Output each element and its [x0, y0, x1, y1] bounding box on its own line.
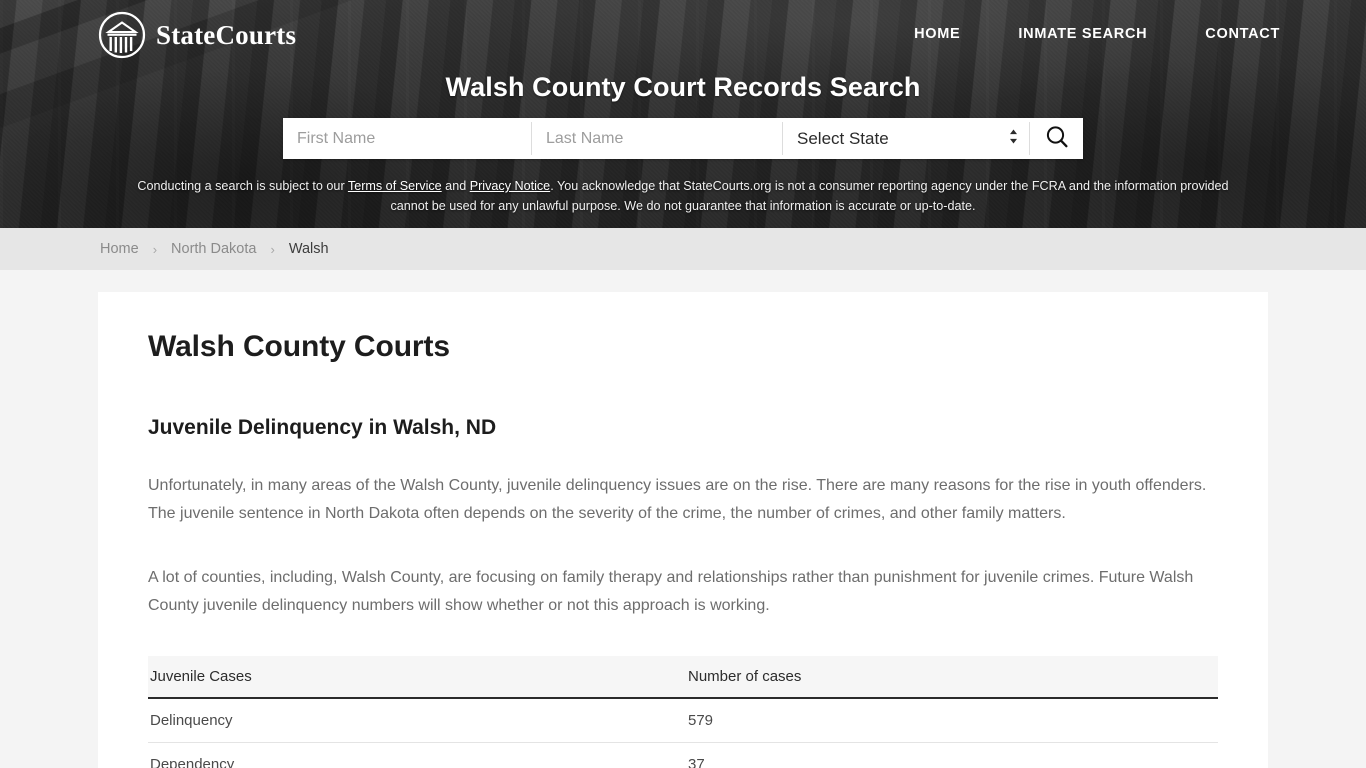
disclaimer-text-part2: and [441, 179, 470, 193]
search-submit-button[interactable] [1030, 118, 1083, 159]
cell-case-type: Delinquency [148, 698, 686, 743]
disclaimer-text-part1: Conducting a search is subject to our [137, 179, 348, 193]
content-card: Walsh County Courts Juvenile Delinquency… [98, 292, 1268, 768]
page-body: Walsh County Courts Juvenile Delinquency… [0, 270, 1366, 768]
breadcrumb-item-home[interactable]: Home [100, 241, 139, 257]
table-body: Delinquency 579 Dependency 37 [148, 698, 1218, 768]
brand-name: StateCourts [156, 19, 297, 50]
privacy-notice-link[interactable]: Privacy Notice [470, 179, 550, 193]
chevron-right-icon: › [270, 241, 275, 257]
nav-item-contact[interactable]: CONTACT [1205, 26, 1280, 42]
column-header-juvenile-cases: Juvenile Cases [148, 656, 686, 699]
cell-case-count: 579 [686, 698, 1218, 743]
section-title-juvenile-delinquency: Juvenile Delinquency in Walsh, ND [148, 416, 497, 439]
table-row: Dependency 37 [148, 742, 1218, 768]
main-navigation: HOME INMATE SEARCH CONTACT [914, 26, 1280, 42]
nav-item-inmate-search[interactable]: INMATE SEARCH [1018, 26, 1147, 42]
table-header-row: Juvenile Cases Number of cases [148, 656, 1218, 699]
table-header: Juvenile Cases Number of cases [148, 656, 1218, 699]
last-name-input[interactable] [532, 118, 782, 159]
state-select[interactable]: Select State [783, 118, 1029, 159]
county-courts-title: Walsh County Courts [148, 330, 450, 363]
breadcrumb-item-north-dakota[interactable]: North Dakota [171, 241, 256, 257]
terms-of-service-link[interactable]: Terms of Service [348, 179, 442, 193]
search-disclaimer: Conducting a search is subject to our Te… [133, 176, 1233, 216]
paragraph-family-therapy: A lot of counties, including, Walsh Coun… [148, 569, 1194, 614]
breadcrumb-item-walsh: Walsh [288, 241, 329, 257]
courthouse-circle-icon [98, 11, 146, 59]
brand-logo-link[interactable]: StateCourts [98, 11, 296, 59]
breadcrumb-bar: Home › North Dakota › Walsh [0, 228, 1366, 270]
paragraph-juvenile-overview: Unfortunately, in many areas of the Wals… [148, 477, 1207, 522]
first-name-input[interactable] [283, 118, 531, 159]
cell-case-type: Dependency [148, 742, 686, 768]
records-search-form: Select State [283, 118, 1083, 159]
site-header: StateCourts HOME INMATE SEARCH CONTACT W… [0, 0, 1366, 228]
cell-case-count: 37 [686, 742, 1218, 768]
juvenile-cases-table: Juvenile Cases Number of cases Delinquen… [148, 656, 1218, 768]
page-title: Walsh County Court Records Search [445, 72, 921, 102]
table-row: Delinquency 579 [148, 698, 1218, 743]
breadcrumb: Home › North Dakota › Walsh [98, 241, 1268, 257]
chevron-right-icon: › [152, 241, 158, 257]
column-header-number-of-cases: Number of cases [686, 656, 1218, 699]
search-icon [1044, 124, 1070, 153]
nav-item-home[interactable]: HOME [914, 26, 960, 42]
